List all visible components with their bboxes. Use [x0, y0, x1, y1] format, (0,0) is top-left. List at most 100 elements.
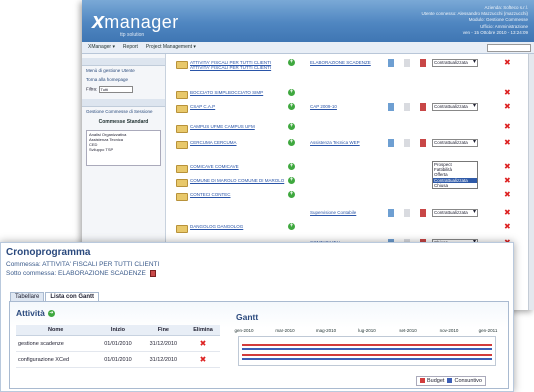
add-activity-icon[interactable]: ➜	[47, 310, 55, 318]
sotto-commessa-link[interactable]: Supervisione Contabile	[310, 210, 356, 215]
dropdown-option[interactable]: Chiusa	[433, 183, 477, 188]
gantt-bar-budget[interactable]	[242, 344, 492, 346]
col-elimina: Elimina	[186, 325, 220, 336]
activity-start: 01/01/2010	[95, 335, 141, 352]
table-row: CSAP C.A.P+ CAP 2009-10 Contrattualizzata ✖	[170, 102, 528, 114]
menu-project-management[interactable]: Project Management ▾	[146, 44, 196, 50]
folder-icon	[174, 139, 188, 149]
delete-icon[interactable]: ✖	[504, 138, 511, 147]
page-icon[interactable]	[404, 139, 410, 147]
commessa-link[interactable]: CSAP C.A.P	[190, 104, 286, 109]
document-icon[interactable]	[388, 59, 394, 67]
menu-report[interactable]: Report	[123, 44, 138, 50]
cronoprogramma-window: Cronoprogramma Commessa: ATTIVITA' FISCA…	[0, 242, 514, 392]
delete-icon[interactable]: ✖	[504, 122, 511, 131]
gantt-axis-label: gen-2011	[478, 328, 498, 333]
add-icon[interactable]: +	[288, 59, 295, 66]
document-icon[interactable]	[149, 270, 156, 277]
gantt-axis-label: gen-2010	[234, 328, 254, 333]
folder-icon	[174, 163, 188, 173]
commesse-list[interactable]: Analisi Organizzativa Assistenza Tecnica…	[86, 130, 161, 166]
page-icon[interactable]	[404, 209, 410, 217]
page-icon[interactable]	[404, 59, 410, 67]
legend-swatch-budget	[419, 378, 425, 384]
sotto-commessa-label: Sotto commessa: ELABORAZIONE SCADENZE	[6, 270, 146, 278]
commessa-link[interactable]: DANGOLOG DANGOLOG	[190, 224, 286, 229]
delete-icon[interactable]: ✖	[504, 88, 511, 97]
delete-icon[interactable]: ✖	[504, 162, 511, 171]
filter-row: Filtra: Tutti	[82, 84, 165, 95]
document-icon[interactable]	[388, 139, 394, 147]
delete-icon[interactable]: ✖	[186, 351, 220, 368]
delete-icon[interactable]: ✖	[504, 176, 511, 185]
status-select[interactable]: Contrattualizzata	[432, 139, 478, 147]
tab-panel: Attività ➜ Nome Inizio Fine Elimina gesti…	[9, 301, 509, 389]
sotto-commessa-link[interactable]: Assistenza Tecnica WEP	[310, 140, 360, 145]
activity-name[interactable]: configurazione XCed	[16, 351, 96, 368]
commessa-link[interactable]: ATTIVITA' FISCALI PER TUTTI CLIENTI ATTI…	[190, 60, 286, 70]
menu-xmanager[interactable]: XManager ▾	[88, 44, 115, 50]
page-icon[interactable]	[404, 103, 410, 111]
commessa-link[interactable]: CERCUMA CERCUMA	[190, 140, 286, 145]
report-icon[interactable]	[420, 103, 426, 111]
delete-icon[interactable]: ✖	[504, 102, 511, 111]
status-select[interactable]: Contrattualizzata	[432, 59, 478, 67]
activity-name[interactable]: gestione scadenze	[16, 335, 96, 352]
status-dropdown-list[interactable]: Prospect Fattibilità Offerta Contrattual…	[432, 161, 478, 190]
folder-icon	[174, 177, 188, 187]
col-fine: Fine	[140, 325, 187, 336]
folder-icon	[174, 191, 188, 201]
delete-icon[interactable]: ✖	[504, 190, 511, 199]
commessa-link[interactable]: CONTECI CONTEC	[190, 192, 286, 197]
filter-select[interactable]: Tutti	[98, 86, 133, 93]
vertical-scrollbar[interactable]	[528, 54, 534, 310]
delete-icon[interactable]: ✖	[504, 208, 511, 217]
sotto-commessa-link[interactable]: CAP 2009-10	[310, 104, 337, 109]
commessa-link[interactable]: CAMPUS UFME CAMPUS UFM	[190, 124, 286, 129]
commessa-link[interactable]: COMICAVE COMICAVE	[190, 164, 286, 169]
table-row: gestione scadenze 01/01/2010 31/12/2010 …	[16, 335, 220, 352]
commessa-link[interactable]: BOCCIATO SIMPLBOCCIATO SIMP	[190, 90, 286, 95]
homepage-link[interactable]: Torna alla homepage	[82, 75, 165, 84]
gantt-bar-consuntivo[interactable]	[242, 358, 492, 360]
gantt-bar-consuntivo[interactable]	[242, 348, 492, 350]
status-select[interactable]: Contrattualizzata	[432, 103, 478, 111]
xmanager-logo: xmanager ttp solution	[92, 8, 179, 38]
report-icon[interactable]	[420, 209, 426, 217]
user-info: Azienda: Softeco s.r.l. Utente connesso:…	[421, 5, 528, 35]
delete-icon[interactable]: ✖	[504, 222, 511, 231]
document-icon[interactable]	[388, 103, 394, 111]
sotto-commessa-link[interactable]: ELABORAZIONE SCADENZE	[310, 60, 371, 65]
activity-end: 31/12/2010	[140, 335, 187, 352]
add-icon[interactable]: +	[288, 223, 295, 230]
search-input[interactable]	[487, 44, 531, 52]
commessa-link[interactable]: COMUNE DI MAROLO COMUNE DI MAROLO	[190, 178, 286, 183]
gantt-axis-label: set-2010	[399, 328, 417, 333]
add-icon[interactable]: +	[288, 89, 295, 96]
gestione-commesse-link[interactable]: Gestione Commesse di Sessione	[82, 107, 165, 116]
legend-swatch-consuntivo	[447, 378, 453, 384]
add-icon[interactable]: +	[288, 139, 295, 146]
commesse-title: Commesse Standard	[98, 119, 149, 125]
delete-icon[interactable]: ✖	[186, 335, 220, 352]
delete-icon[interactable]: ✖	[504, 58, 511, 67]
add-icon[interactable]: +	[288, 191, 295, 198]
menu-utente-link[interactable]: Menù di gestione Utente	[82, 66, 165, 75]
gantt-header: Gantt	[236, 312, 259, 322]
gantt-bar-budget[interactable]	[242, 354, 492, 356]
tab-lista-gantt[interactable]: Lista con Gantt	[45, 292, 100, 301]
add-icon[interactable]: +	[288, 123, 295, 130]
table-row: BOCCIATO SIMPLBOCCIATO SIMP + ✖	[170, 88, 528, 100]
document-icon[interactable]	[388, 209, 394, 217]
add-icon[interactable]: +	[288, 103, 295, 110]
app-header: xmanager ttp solution Azienda: Softeco s…	[82, 0, 534, 42]
report-icon[interactable]	[420, 59, 426, 67]
add-icon[interactable]: +	[288, 163, 295, 170]
gantt-axis-label: mar-2010	[275, 328, 295, 333]
status-select[interactable]: Contrattualizzata	[432, 209, 478, 217]
tab-tabellare[interactable]: Tabellare	[10, 292, 45, 301]
add-icon[interactable]: +	[288, 177, 295, 184]
activity-header: Attività ➜	[16, 308, 55, 318]
report-icon[interactable]	[420, 139, 426, 147]
table-row: configurazione XCed 01/01/2010 31/12/201…	[16, 351, 220, 368]
